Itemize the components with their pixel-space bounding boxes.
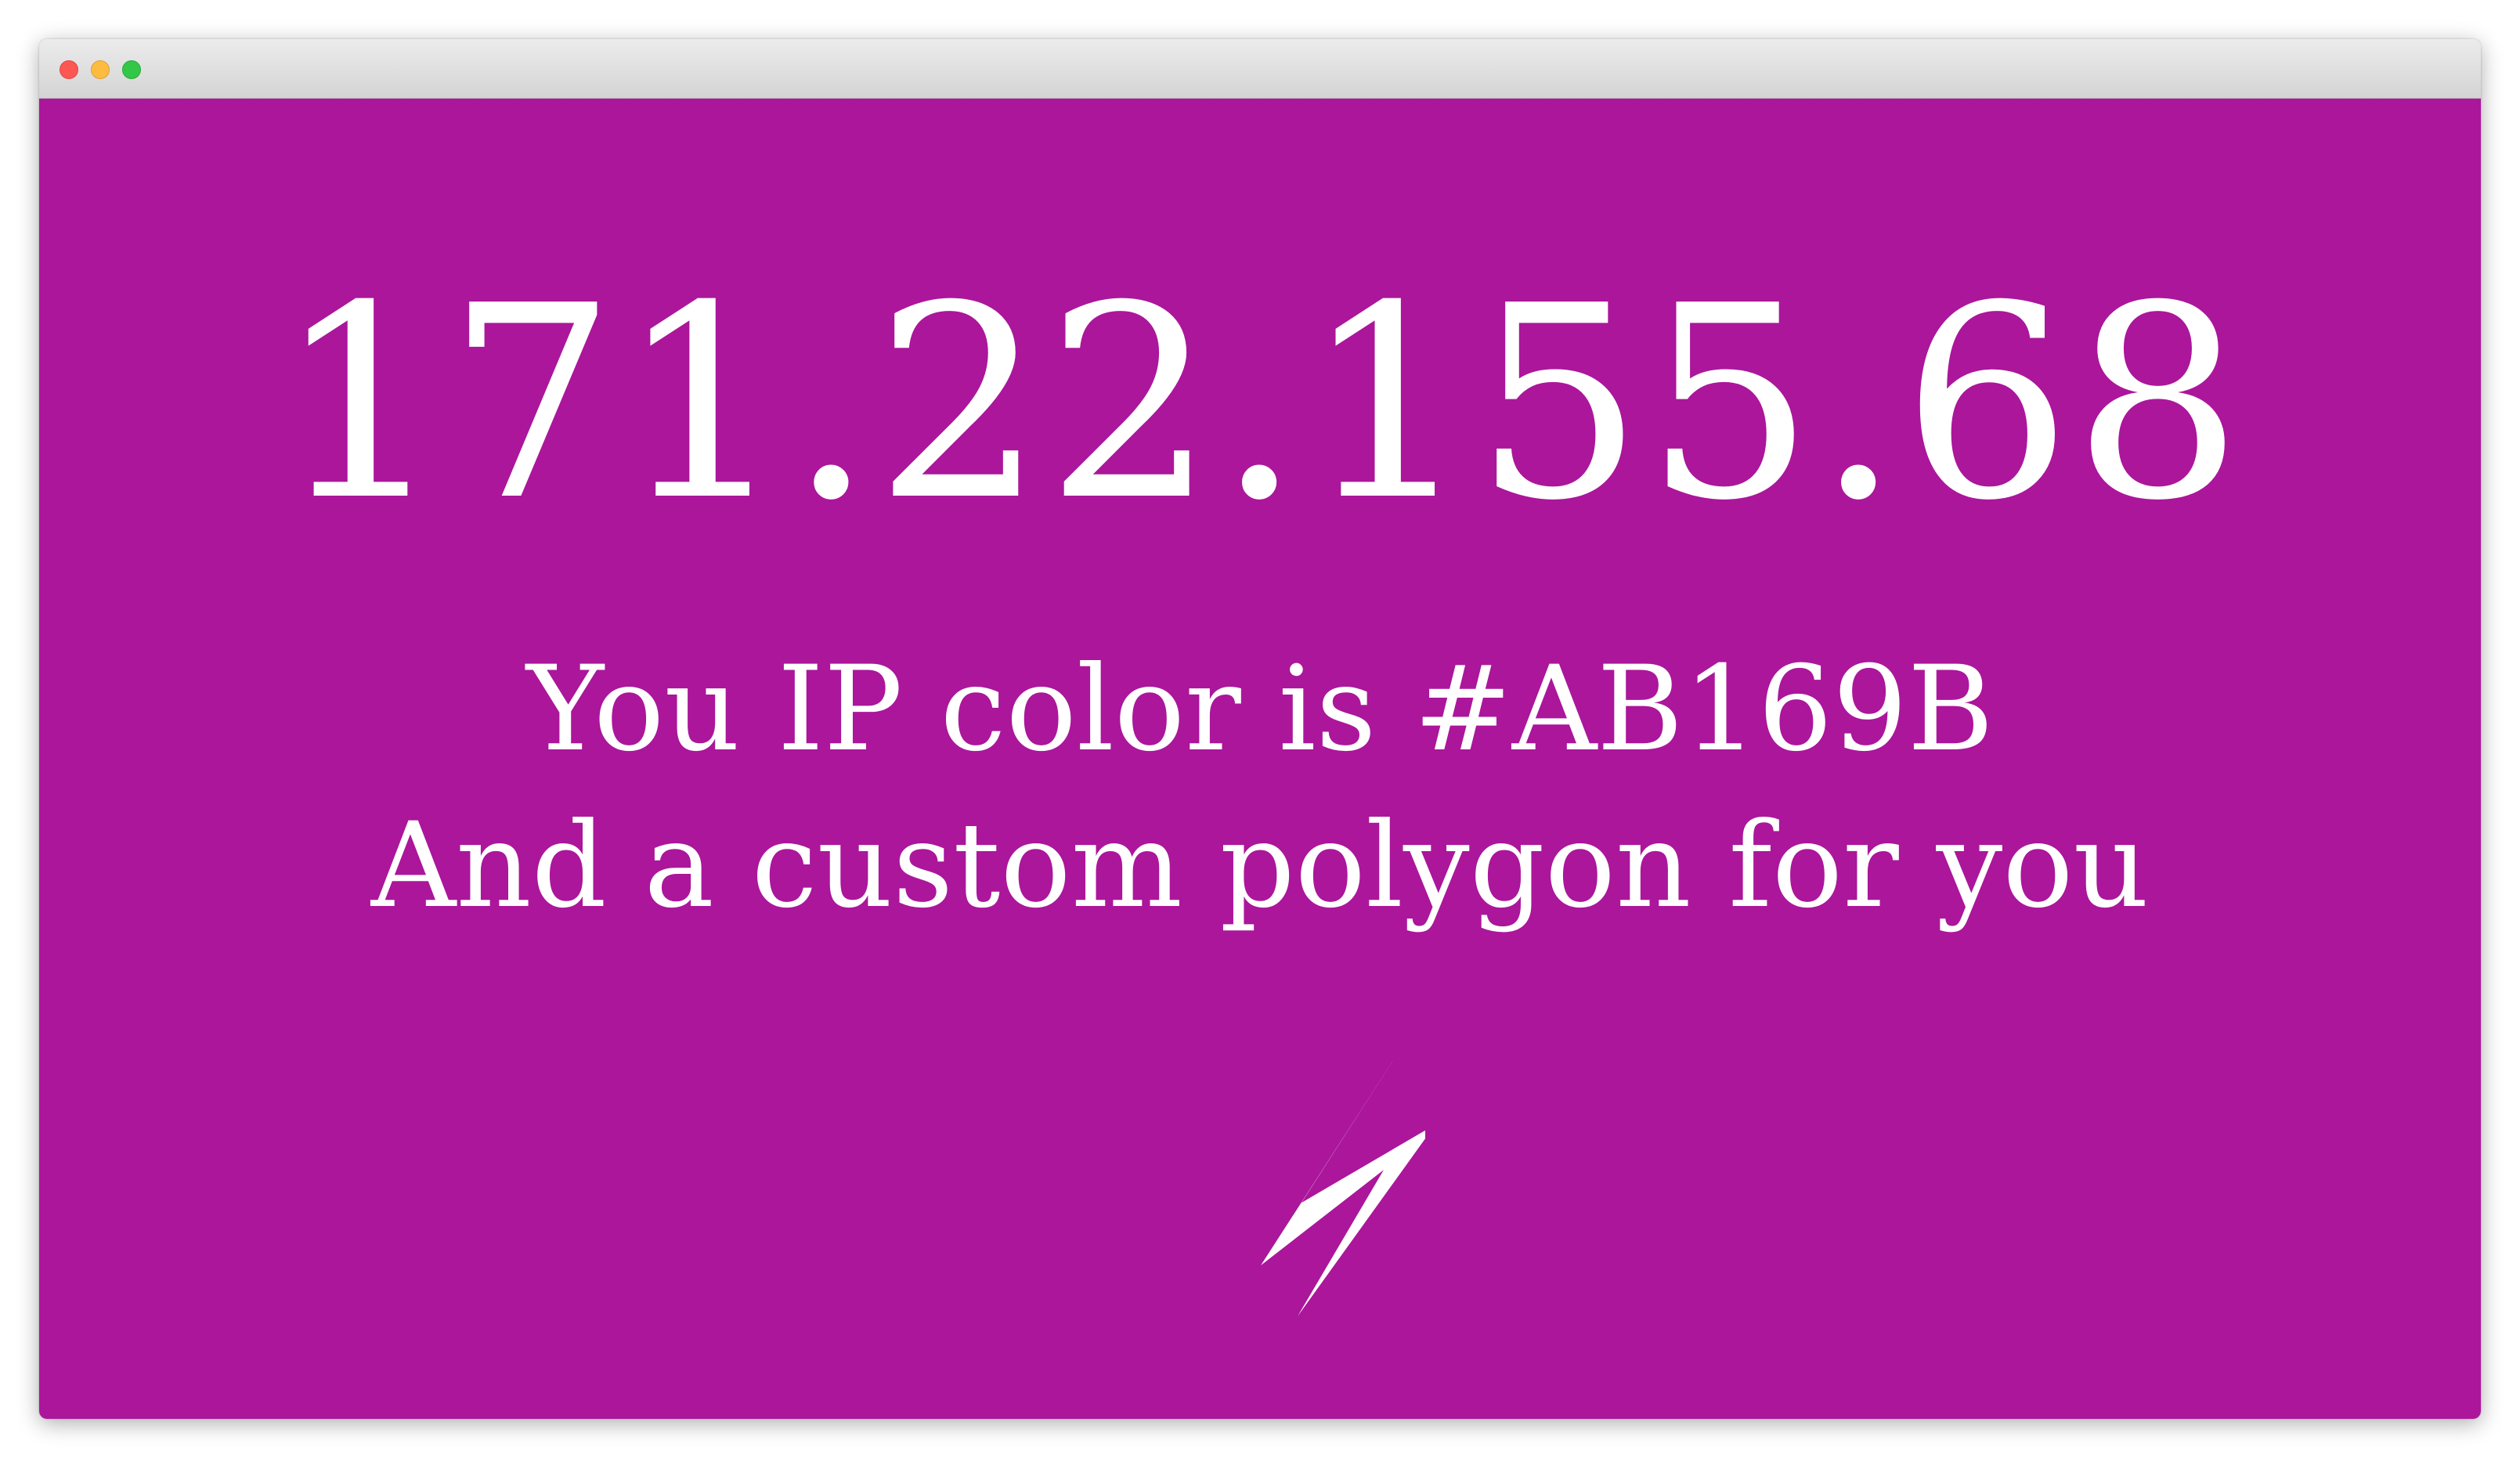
lightning-polygon-icon xyxy=(1261,1045,1425,1316)
zoom-window-button[interactable] xyxy=(122,60,141,79)
browser-window: 171.22.155.68 You IP color is #AB169B An… xyxy=(39,39,2481,1419)
ip-color-message: You IP color is #AB169B xyxy=(526,641,1994,778)
custom-polygon-shape xyxy=(1261,1045,1425,1316)
ip-address-heading: 171.22.155.68 xyxy=(276,249,2244,559)
page-content: 171.22.155.68 You IP color is #AB169B An… xyxy=(39,99,2481,1419)
window-titlebar xyxy=(39,39,2481,99)
close-window-button[interactable] xyxy=(60,60,78,79)
custom-polygon-message: And a custom polygon for you xyxy=(370,798,2150,934)
minimize-window-button[interactable] xyxy=(91,60,110,79)
